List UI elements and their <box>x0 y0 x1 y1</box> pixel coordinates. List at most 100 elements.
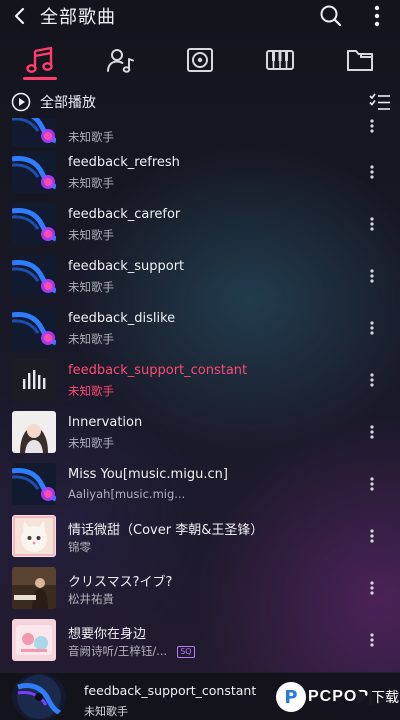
song-cover <box>12 307 56 349</box>
song-more-button[interactable] <box>362 578 382 598</box>
song-more-button[interactable] <box>362 318 382 338</box>
song-artist-text: 未知歌手 <box>68 176 114 190</box>
song-title: 想要你在身边 <box>68 627 147 642</box>
song-title: feedback_support_constant <box>68 363 248 378</box>
song-more-button[interactable] <box>362 474 382 494</box>
song-artist: Aaliyah[music.mig... <box>68 487 185 501</box>
song-row[interactable]: クリスマス?イブ? 松井祐貴 <box>0 562 400 614</box>
song-title: feedback_refresh <box>68 155 180 170</box>
more-options-button[interactable] <box>354 0 400 32</box>
song-cover <box>12 619 56 661</box>
active-tab-indicator <box>23 77 57 80</box>
music-note-icon <box>26 46 53 73</box>
song-title: feedback_support <box>68 259 185 274</box>
song-row[interactable]: 情话微甜（Cover 李朝&王圣锋） 锦零 <box>0 510 400 562</box>
singer-icon <box>107 49 134 73</box>
song-list[interactable]: 未知歌手 feedback_refresh 未知歌手 feedback_carefor… <box>0 118 400 678</box>
song-artist: 未知歌手 <box>68 279 114 295</box>
watermark-logo: P PCPOP 下载 <box>276 681 400 713</box>
song-title: Miss You[music.migu.cn] <box>68 467 228 482</box>
more-vertical-icon <box>370 269 374 283</box>
song-row[interactable]: Miss You[music.migu.cn] Aaliyah[music.mig… <box>0 458 400 510</box>
more-vertical-icon <box>370 217 374 231</box>
song-artist-text: 未知歌手 <box>68 436 114 450</box>
watermark-p: P <box>276 682 306 712</box>
more-vertical-icon <box>370 321 374 335</box>
song-more-button[interactable] <box>362 266 382 286</box>
song-artist: 松井祐貴 <box>68 591 114 607</box>
song-cover <box>12 255 56 297</box>
tab-albums[interactable] <box>160 40 240 84</box>
song-artist-text: 未知歌手 <box>68 280 114 294</box>
song-cover <box>12 515 56 557</box>
song-row[interactable]: feedback_support 未知歌手 <box>0 250 400 302</box>
skip-next-icon <box>356 689 372 705</box>
song-more-button[interactable] <box>362 162 382 182</box>
play-all-label[interactable]: 全部播放 <box>40 92 96 112</box>
song-artist: 未知歌手 <box>68 435 114 451</box>
back-button[interactable] <box>0 0 40 32</box>
album-icon <box>187 48 213 72</box>
now-playing-title: feedback_support_constant <box>84 683 257 698</box>
search-button[interactable] <box>308 0 354 32</box>
tab-genres[interactable] <box>240 40 320 84</box>
song-artist-text: 未知歌手 <box>68 130 114 144</box>
song-row[interactable]: feedback_carefor 未知歌手 <box>0 198 400 250</box>
more-vertical-icon <box>370 477 374 491</box>
mini-player[interactable]: feedback_support_constant 未知歌手 P PCPOP 下… <box>0 672 400 720</box>
multi-select-button[interactable] <box>360 88 400 116</box>
song-title: feedback_carefor <box>68 207 181 222</box>
song-artist: 未知歌手 <box>68 129 114 145</box>
more-vertical-icon <box>374 5 380 27</box>
song-more-button[interactable] <box>362 118 382 136</box>
song-row[interactable]: Innervation 未知歌手 <box>0 406 400 458</box>
now-playing-artist: 未知歌手 <box>84 705 128 718</box>
song-artist-text: 未知歌手 <box>68 384 114 398</box>
tab-songs[interactable] <box>0 40 80 84</box>
song-cover <box>12 567 56 609</box>
song-more-button[interactable] <box>362 370 382 390</box>
song-artist: 未知歌手 <box>68 175 114 191</box>
more-vertical-icon <box>370 581 374 595</box>
song-more-button[interactable] <box>362 422 382 442</box>
multi-select-list-icon <box>369 93 390 110</box>
song-title: クリスマス?イブ? <box>68 575 173 590</box>
piano-icon <box>266 50 294 70</box>
song-artist: 未知歌手 <box>68 227 114 243</box>
song-row[interactable]: feedback_dislike 未知歌手 <box>0 302 400 354</box>
now-playing-cover[interactable] <box>12 673 66 720</box>
song-more-button[interactable] <box>362 526 382 546</box>
song-title: 情话微甜（Cover 李朝&王圣锋） <box>68 523 264 538</box>
song-artist: 音阙诗听/王梓钰/... SQ <box>68 643 195 659</box>
song-cover <box>12 359 56 401</box>
song-artist: 未知歌手 <box>68 383 114 399</box>
song-row[interactable]: 想要你在身边 音阙诗听/王梓钰/... SQ <box>0 614 400 666</box>
more-vertical-icon <box>370 165 374 179</box>
more-vertical-icon <box>370 529 374 543</box>
song-artist-text: 松井祐貴 <box>68 592 114 606</box>
category-tabs <box>0 40 400 84</box>
back-arrow-icon <box>14 7 25 25</box>
song-row[interactable]: feedback_support_constant 未知歌手 <box>0 354 400 406</box>
next-track-button[interactable] <box>352 685 376 709</box>
song-more-button[interactable] <box>362 214 382 234</box>
play-all-button[interactable] <box>10 91 32 113</box>
play-circle-icon <box>11 92 31 112</box>
tab-folders[interactable] <box>320 40 400 84</box>
sq-quality-badge: SQ <box>177 645 195 658</box>
song-row[interactable]: feedback_refresh 未知歌手 <box>0 146 400 198</box>
top-bar: 全部歌曲 <box>0 0 400 32</box>
folder-icon <box>347 50 373 71</box>
more-vertical-icon <box>370 373 374 387</box>
song-artist-text: Aaliyah[music.mig... <box>68 487 186 501</box>
song-artist-text: 锦零 <box>68 540 91 554</box>
song-cover <box>12 118 56 147</box>
song-cover <box>12 151 56 193</box>
song-cover <box>12 203 56 245</box>
tab-artists[interactable] <box>80 40 160 84</box>
song-artist-text: 未知歌手 <box>68 332 114 346</box>
song-artist: 锦零 <box>68 539 91 555</box>
song-more-button[interactable] <box>362 630 382 650</box>
song-title: Innervation <box>68 415 143 430</box>
page-title: 全部歌曲 <box>40 7 116 28</box>
